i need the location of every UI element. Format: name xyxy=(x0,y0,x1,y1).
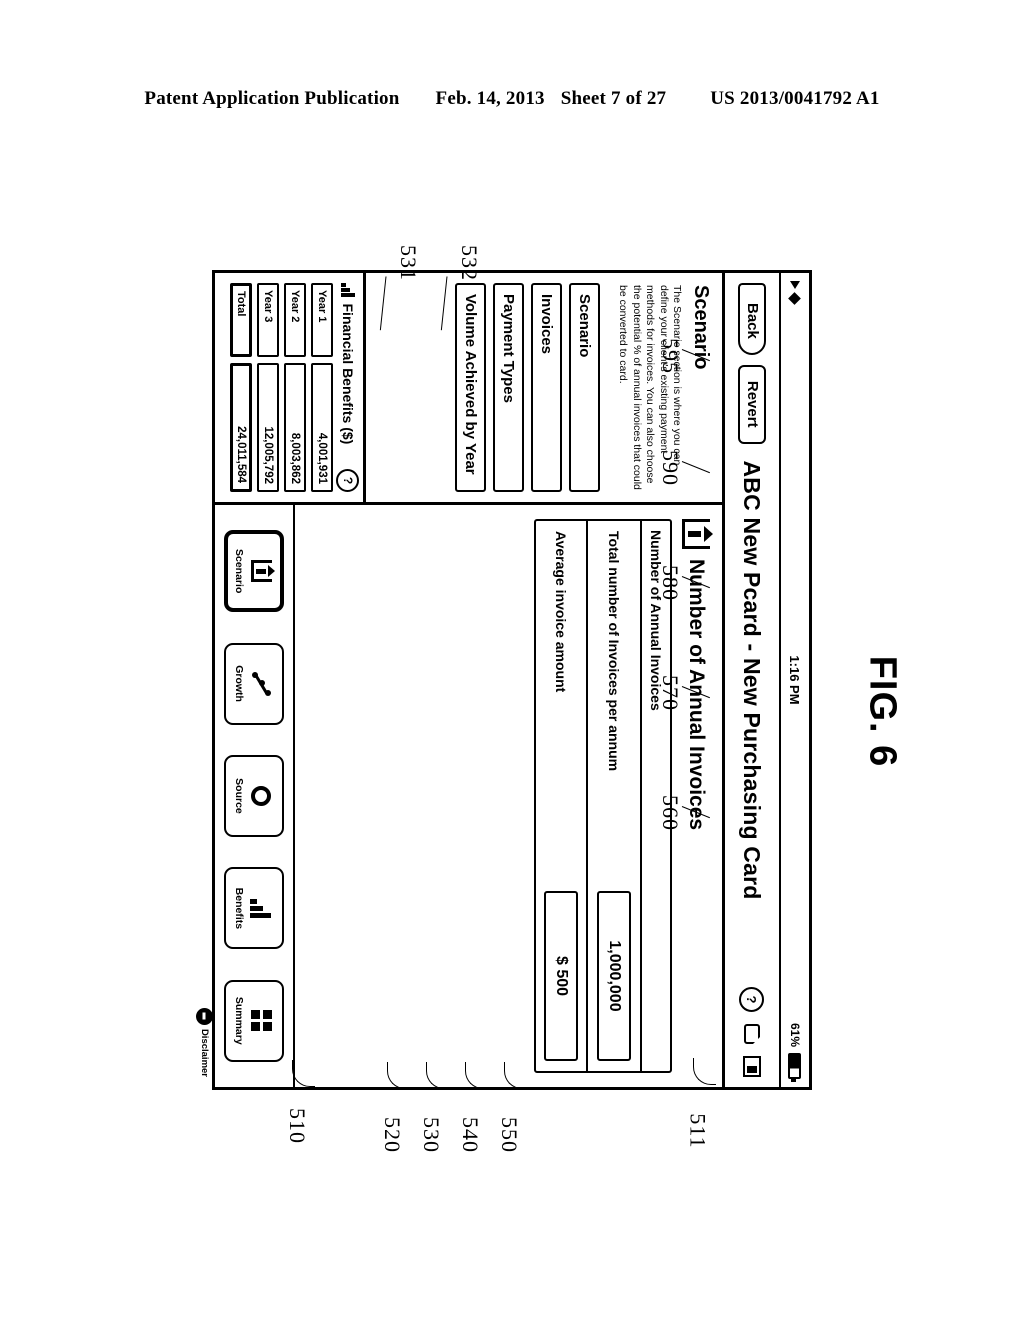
row-label-total: Total xyxy=(230,283,252,357)
device-mockup: 1:16 PM 61% Back Revert ABC New Pcard - … xyxy=(196,270,812,1090)
help-icon[interactable]: ? xyxy=(739,987,765,1012)
financial-benefits-help-icon[interactable]: ? xyxy=(336,469,360,492)
tab-growth[interactable]: Growth xyxy=(224,642,284,725)
battery-percent-label: 61% xyxy=(788,1022,802,1047)
status-diamond-icon xyxy=(788,292,802,305)
sidebar-item-volume-achieved-by-year[interactable]: Volume Achieved by Year xyxy=(454,283,486,492)
page-icon[interactable] xyxy=(744,1024,760,1044)
disclaimer-label: Disclaimer xyxy=(199,1028,210,1077)
form-row-total-invoices: Total number of Invoices per annum 1,000… xyxy=(588,521,640,1071)
source-circle-icon xyxy=(249,785,275,806)
financial-benefits-panel: Financial Benefits ($) ? Year 1 4,001,93… xyxy=(215,273,366,502)
table-row: Year 3 12,005,792 xyxy=(257,283,279,492)
battery-icon xyxy=(788,1053,802,1079)
ref-520: 520 xyxy=(380,1117,405,1153)
scenario-icon xyxy=(249,560,275,583)
ref-580: 580 xyxy=(658,565,683,601)
publication-label: Patent Application Publication xyxy=(144,88,400,109)
row-label-year-2: Year 2 xyxy=(284,283,306,357)
table-row: Year 1 4,001,931 xyxy=(311,283,333,492)
disclaimer[interactable]: Disclaimer xyxy=(196,1007,213,1077)
patent-page-header: Patent Application Publication Feb. 14, … xyxy=(0,88,1024,110)
row-value-year-1: 4,001,931 xyxy=(311,363,333,492)
ref-560: 560 xyxy=(658,795,683,831)
ref-550: 550 xyxy=(497,1117,522,1153)
figure-label: FIG. 6 xyxy=(861,655,904,768)
row-value-total: 24,011,584 xyxy=(230,363,252,492)
bottom-toolbar: Scenario Growth Source Benefits Summary … xyxy=(196,505,295,1087)
bar-chart-icon xyxy=(341,283,355,297)
nav-right-group: ? xyxy=(739,987,765,1077)
ref-530: 530 xyxy=(419,1117,444,1153)
sidebar-item-payment-types[interactable]: Payment Types xyxy=(492,283,524,492)
row-value-year-3: 12,005,792 xyxy=(257,363,279,492)
ref-570: 570 xyxy=(658,675,683,711)
sidebar-item-invoices[interactable]: Invoices xyxy=(530,283,562,492)
tab-summary[interactable]: Summary xyxy=(224,979,284,1062)
annual-invoices-card: Number of Annual Invoices Total number o… xyxy=(534,519,672,1073)
form-row-average-invoice: Average invoice amount $ 500 xyxy=(536,521,588,1071)
sidebar-item-scenario[interactable]: Scenario xyxy=(568,283,600,492)
document-icon[interactable] xyxy=(743,1056,761,1077)
row-label-year-3: Year 3 xyxy=(257,283,279,357)
main-content: Number of Annual Invoices Number of Annu… xyxy=(196,505,722,1087)
status-bar-right: 61% xyxy=(788,1023,802,1079)
status-bar: 1:16 PM 61% xyxy=(779,273,809,1087)
tab-source-label: Source xyxy=(233,778,246,814)
sidebar-menu: Scenario Invoices Payment Types Volume A… xyxy=(451,273,608,502)
row-label-year-1: Year 1 xyxy=(311,283,333,357)
tab-benefits[interactable]: Benefits xyxy=(224,867,284,950)
tab-source[interactable]: Source xyxy=(224,754,284,837)
ref-511: 511 xyxy=(685,1113,711,1149)
import-arrow-icon xyxy=(682,519,710,549)
ref-540: 540 xyxy=(458,1117,483,1153)
sidebar-title: Scenario xyxy=(690,285,712,370)
input-total-invoices[interactable]: 1,000,000 xyxy=(597,891,631,1061)
status-bar-left xyxy=(788,281,802,305)
ref-532: 532 xyxy=(457,245,482,281)
page-title: ABC New Pcard - New Purchasing Card xyxy=(739,460,766,900)
sidebar: Scenario The Scenario section is where y… xyxy=(215,273,722,505)
row-value-year-2: 8,003,862 xyxy=(284,363,306,492)
body-region: Scenario The Scenario section is where y… xyxy=(196,273,722,1087)
tab-benefits-label: Benefits xyxy=(233,887,246,930)
financial-benefits-header: Financial Benefits ($) ? xyxy=(336,283,360,492)
tab-summary-label: Summary xyxy=(233,996,246,1045)
status-time: 1:16 PM xyxy=(787,655,803,705)
patent-number: US 2013/0041792 A1 xyxy=(710,88,880,109)
navigation-bar: Back Revert ABC New Pcard - New Purchasi… xyxy=(722,273,779,1087)
benefits-bar-chart-icon xyxy=(249,898,275,918)
ref-510: 510 xyxy=(285,1108,310,1144)
ref-595: 595 xyxy=(658,338,683,374)
tab-scenario-label: Scenario xyxy=(233,549,246,594)
table-row: Year 2 8,003,862 xyxy=(284,283,306,492)
label-average-invoice: Average invoice amount xyxy=(553,531,569,693)
disclaimer-info-icon xyxy=(196,1007,213,1025)
ref-590: 590 xyxy=(658,450,683,486)
sheet-number: Sheet 7 of 27 xyxy=(560,88,667,109)
ref-531: 531 xyxy=(396,245,421,281)
growth-icon xyxy=(249,671,275,697)
location-arrow-icon xyxy=(790,281,800,289)
publication-date: Feb. 14, 2013 xyxy=(435,88,545,109)
tab-growth-label: Growth xyxy=(233,665,246,702)
main-spacer xyxy=(295,505,534,1087)
financial-benefits-title: Financial Benefits ($) xyxy=(340,303,356,445)
summary-grid-icon xyxy=(249,1010,275,1032)
table-row-total: Total 24,011,584 xyxy=(230,283,252,492)
figure-stage: 1:16 PM 61% Back Revert ABC New Pcard - … xyxy=(196,270,812,1090)
input-average-invoice[interactable]: $ 500 xyxy=(544,891,578,1061)
tab-scenario[interactable]: Scenario xyxy=(224,530,284,613)
label-total-invoices: Total number of Invoices per annum xyxy=(606,531,622,772)
